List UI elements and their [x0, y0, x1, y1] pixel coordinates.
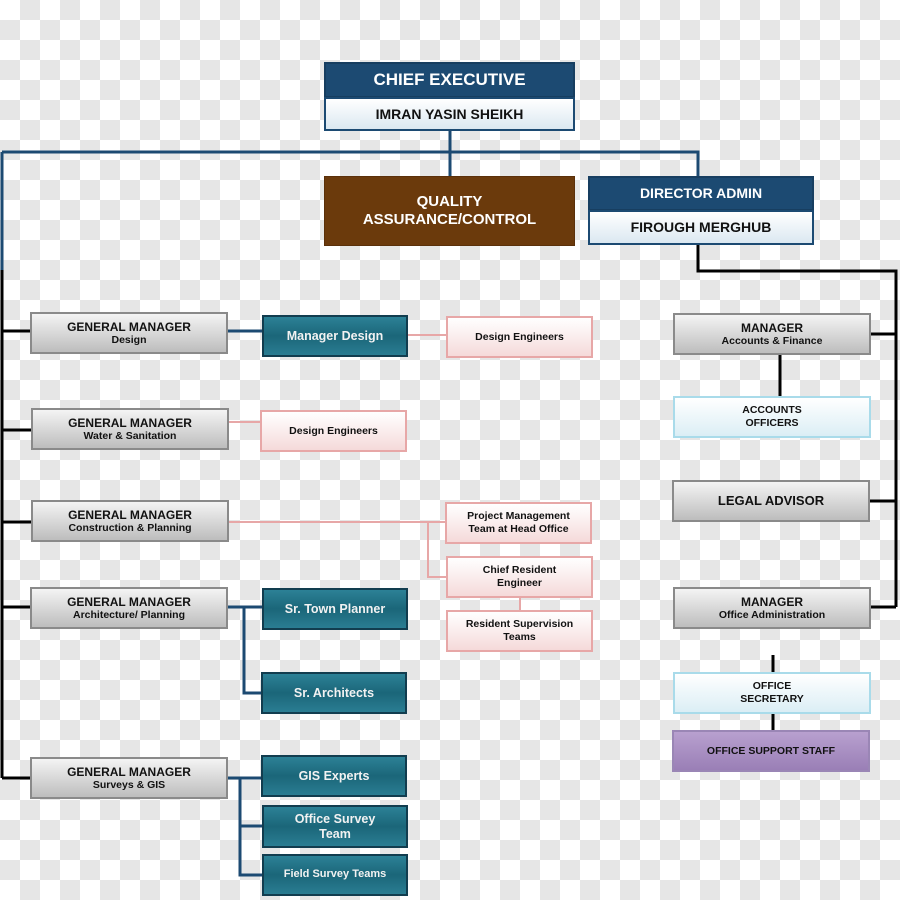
office-secretary-line-2: SECRETARY	[740, 693, 804, 705]
director-admin-title: DIRECTOR ADMIN	[588, 176, 814, 211]
gm-dept: Water & Sanitation	[83, 429, 177, 442]
chief-executive-title: CHIEF EXECUTIVE	[324, 62, 575, 98]
chief-resident-line-1: Chief Resident	[482, 564, 557, 577]
office-survey-line-1: Office Survey	[294, 811, 376, 826]
gm-dept: Design	[111, 333, 147, 346]
manager-accounts-finance: MANAGER Accounts & Finance	[673, 313, 871, 355]
manager-office-administration: MANAGER Office Administration	[673, 587, 871, 629]
sr-town-planner: Sr. Town Planner	[262, 588, 408, 630]
gm-design: GENERAL MANAGER Design	[30, 312, 228, 354]
office-secretary-line-1: OFFICE	[752, 680, 792, 693]
quality-line-2: ASSURANCE/CONTROL	[362, 211, 537, 228]
gm-dept: Architecture/ Planning	[72, 608, 186, 621]
gm-construction-planning: GENERAL MANAGER Construction & Planning	[31, 500, 229, 542]
pm-team: Project Management Team at Head Office	[445, 502, 592, 544]
office-secretary: OFFICE SECRETARY	[673, 672, 871, 714]
pm-team-line-1: Project Management	[467, 510, 570, 523]
gm-title: GENERAL MANAGER	[68, 415, 192, 430]
quality-assurance-box: QUALITY ASSURANCE/CONTROL	[324, 176, 575, 246]
accounts-officers-line-1: ACCOUNTS	[742, 404, 802, 417]
resident-supervision-line-2: Teams	[503, 631, 536, 643]
design-engineers-text: Design Engineers	[475, 330, 564, 343]
gis-experts: GIS Experts	[261, 755, 407, 797]
gm-water-sanitation: GENERAL MANAGER Water & Sanitation	[31, 408, 229, 450]
office-survey-team: Office Survey Team	[262, 805, 408, 848]
manager-dept: Accounts & Finance	[721, 334, 823, 347]
chief-resident-engineer: Chief Resident Engineer	[446, 556, 593, 598]
legal-advisor: LEGAL ADVISOR	[672, 480, 870, 522]
chief-executive-name: IMRAN YASIN SHEIKH	[324, 97, 575, 131]
gm-title: GENERAL MANAGER	[67, 594, 191, 609]
manager-title: MANAGER	[741, 320, 803, 335]
accounts-officers-line-2: OFFICERS	[745, 417, 799, 429]
gm-surveys-gis: GENERAL MANAGER Surveys & GIS	[30, 757, 228, 799]
gm-dept: Construction & Planning	[68, 521, 192, 534]
quality-line-1: QUALITY	[416, 193, 483, 210]
field-survey-text: Field Survey Teams	[283, 868, 387, 881]
resident-supervision-teams: Resident Supervision Teams	[446, 610, 593, 652]
office-survey-line-2: Team	[319, 826, 351, 841]
gm-architecture-planning: GENERAL MANAGER Architecture/ Planning	[30, 587, 228, 629]
accounts-officers: ACCOUNTS OFFICERS	[673, 396, 871, 438]
design-engineers-1: Design Engineers	[446, 316, 593, 358]
chief-executive-name-text: IMRAN YASIN SHEIKH	[375, 105, 524, 122]
gm-title: GENERAL MANAGER	[67, 319, 191, 334]
office-support-staff: OFFICE SUPPORT STAFF	[672, 730, 870, 772]
manager-title: MANAGER	[741, 594, 803, 609]
resident-supervision-line-1: Resident Supervision	[465, 618, 574, 631]
manager-dept: Office Administration	[718, 608, 826, 621]
gm-title: GENERAL MANAGER	[68, 507, 192, 522]
director-admin-name-text: FIROUGH MERGHUB	[630, 219, 772, 236]
pm-team-line-2: Team at Head Office	[468, 523, 569, 535]
director-admin-title-text: DIRECTOR ADMIN	[639, 185, 763, 202]
manager-design-text: Manager Design	[286, 328, 384, 343]
gm-title: GENERAL MANAGER	[67, 764, 191, 779]
manager-design: Manager Design	[262, 315, 408, 357]
office-support-staff-text: OFFICE SUPPORT STAFF	[706, 744, 836, 757]
design-engineers-2: Design Engineers	[260, 410, 407, 452]
director-admin-name: FIROUGH MERGHUB	[588, 210, 814, 245]
chief-resident-line-2: Engineer	[497, 577, 542, 589]
gm-dept: Surveys & GIS	[92, 778, 166, 791]
field-survey-teams: Field Survey Teams	[262, 854, 408, 896]
sr-architects: Sr. Architects	[261, 672, 407, 714]
sr-architects-text: Sr. Architects	[293, 685, 375, 700]
design-engineers-text: Design Engineers	[289, 424, 378, 437]
sr-town-planner-text: Sr. Town Planner	[284, 601, 386, 616]
chief-executive-title-text: CHIEF EXECUTIVE	[373, 69, 526, 89]
legal-advisor-text: LEGAL ADVISOR	[717, 493, 825, 509]
gis-experts-text: GIS Experts	[298, 768, 370, 783]
